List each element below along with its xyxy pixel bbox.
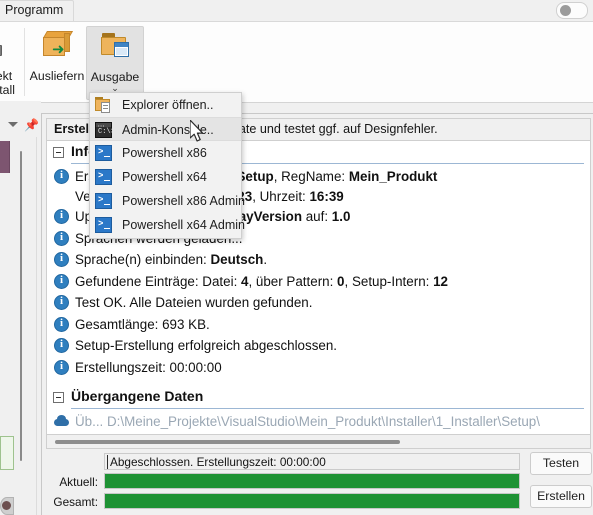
dock-divider (36, 137, 37, 515)
menu-item-powershell-x86[interactable]: > Powershell x86 (90, 141, 241, 165)
ribbon-button-ausliefern-label: Ausliefern (29, 69, 85, 83)
ribbon-tab-strip: Programm (0, 0, 593, 21)
ribbon-button-install-label-2: stall (0, 83, 15, 97)
info-icon (54, 230, 69, 246)
ribbon-button-ausgabe-label: Ausgabe (90, 70, 140, 84)
left-dock-strip: 📌 (0, 101, 41, 515)
info-icon (54, 359, 69, 375)
pin-icon[interactable]: 📌 (24, 119, 39, 131)
log-row-text: Setup-Erstellung erfolgreich abgeschloss… (75, 338, 338, 353)
progress-label-aktuell: Aktuell: (59, 475, 98, 489)
collapse-toggle-icon[interactable] (53, 147, 64, 158)
text-cursor (107, 455, 108, 469)
log-row: Üb... D:\Meine_Projekte\VisualStudio\Mei… (47, 411, 590, 433)
chevron-down-icon[interactable] (8, 122, 18, 127)
log-row: Erstellungszeit: 00:00:00 (47, 357, 590, 379)
info-icon (54, 209, 69, 224)
log-row: Gefundene Einträge: Datei: 4, über Patte… (47, 271, 590, 293)
scrollbar-thumb[interactable] (55, 440, 400, 444)
info-icon (54, 338, 69, 353)
menu-item-powershell-x64-admin[interactable]: > Powershell x64 Admin (90, 213, 245, 237)
progress-panel: Abgeschlossen. Erstellungszeit: 00:00:00… (46, 450, 592, 512)
dock-panel-fragment (0, 141, 10, 173)
info-icon (54, 252, 69, 267)
log-row: Sprache(n) einbinden: Deutsch. (47, 249, 590, 271)
collapse-toggle-icon[interactable] (53, 392, 64, 403)
powershell-icon: > (95, 193, 112, 209)
log-row: Test OK. Alle Dateien wurden gefunden. (47, 292, 590, 314)
log-group-label: Übergangene Daten (71, 388, 204, 404)
dock-scrollbar[interactable] (20, 151, 22, 461)
menu-item-admin-konsole[interactable]: ••• C:\> Admin-Konsole.. (90, 117, 241, 141)
progress-bar-gesamt (104, 493, 520, 509)
window-toggle-pill[interactable] (556, 2, 588, 19)
log-horizontal-scrollbar[interactable] (46, 435, 591, 449)
command-console-icon: ••• C:\> (95, 122, 115, 138)
info-icon (54, 316, 69, 332)
app-window: Programm ekt stall (0, 0, 593, 515)
deliver-box-icon: ➜ (29, 29, 85, 69)
menu-item-label: Powershell x64 Admin (122, 218, 245, 232)
group-rule (71, 408, 584, 409)
ribbon-body: ekt stall ➜ Ausliefern (0, 21, 593, 103)
menu-item-label: Powershell x86 Admin (122, 194, 245, 208)
cloud-icon (54, 414, 69, 429)
powershell-icon: > (95, 217, 112, 233)
dock-panel-fragment (0, 497, 14, 515)
menu-item-powershell-x64[interactable]: > Powershell x64 (90, 165, 241, 189)
status-text: Abgeschlossen. Erstellungszeit: 00:00:00 (110, 455, 326, 469)
folder-document-icon (95, 97, 112, 113)
dock-panel-fragment (0, 436, 14, 470)
mouse-cursor (189, 119, 207, 149)
progress-fill (105, 474, 519, 488)
info-icon (54, 295, 69, 310)
menu-item-explorer-oeffnen[interactable]: Explorer öffnen.. (90, 93, 241, 117)
testen-button[interactable]: Testen (530, 452, 592, 475)
ausgabe-dropdown-menu[interactable]: Explorer öffnen.. ••• C:\> Admin-Konsole… (89, 92, 245, 239)
ribbon-button-install[interactable]: ekt stall (0, 26, 32, 98)
menu-item-powershell-x86-admin[interactable]: > Powershell x86 Admin (90, 189, 245, 213)
status-field[interactable]: Abgeschlossen. Erstellungszeit: 00:00:00 (104, 453, 520, 470)
log-row-text: Erstellungszeit: 00:00:00 (75, 359, 222, 375)
log-row-text: Üb... D:\Meine_Projekte\VisualStudio\Mei… (75, 414, 540, 429)
log-row-text: Sprache(n) einbinden: Deutsch. (75, 252, 268, 267)
log-group-uebergangene-daten[interactable]: Übergangene Daten (47, 386, 590, 411)
dock-header: 📌 (0, 117, 41, 137)
log-row-text: Gefundene Einträge: Datei: 4, über Patte… (75, 273, 448, 289)
ribbon-button-install-label-1: ekt (0, 69, 13, 83)
ribbon-tab-programm[interactable]: Programm (0, 0, 75, 21)
info-icon (54, 169, 69, 184)
menu-item-label: Powershell x64 (122, 170, 207, 184)
toggle-knob-icon (560, 5, 571, 16)
output-folder-icon (87, 30, 143, 70)
log-row: Setup-Erstellung erfolgreich abgeschloss… (47, 335, 590, 357)
install-pen-icon (0, 29, 32, 69)
powershell-icon: > (95, 169, 112, 185)
menu-item-label: Explorer öffnen.. (122, 98, 214, 112)
powershell-icon: > (95, 145, 112, 161)
progress-label-gesamt: Gesamt: (53, 495, 98, 509)
ribbon-button-ausliefern[interactable]: ➜ Ausliefern (29, 26, 85, 98)
ribbon-button-ausgabe[interactable]: Ausgabe ⌄ (86, 26, 144, 100)
log-row-text: Gesamtlänge: 693 KB. (75, 316, 210, 332)
log-row: Gesamtlänge: 693 KB. (47, 314, 590, 336)
log-row-text: Test OK. Alle Dateien wurden gefunden. (75, 295, 313, 310)
info-icon (54, 273, 69, 289)
progress-bar-aktuell (104, 473, 520, 489)
erstellen-button[interactable]: Erstellen (530, 485, 592, 508)
progress-fill (105, 494, 519, 508)
